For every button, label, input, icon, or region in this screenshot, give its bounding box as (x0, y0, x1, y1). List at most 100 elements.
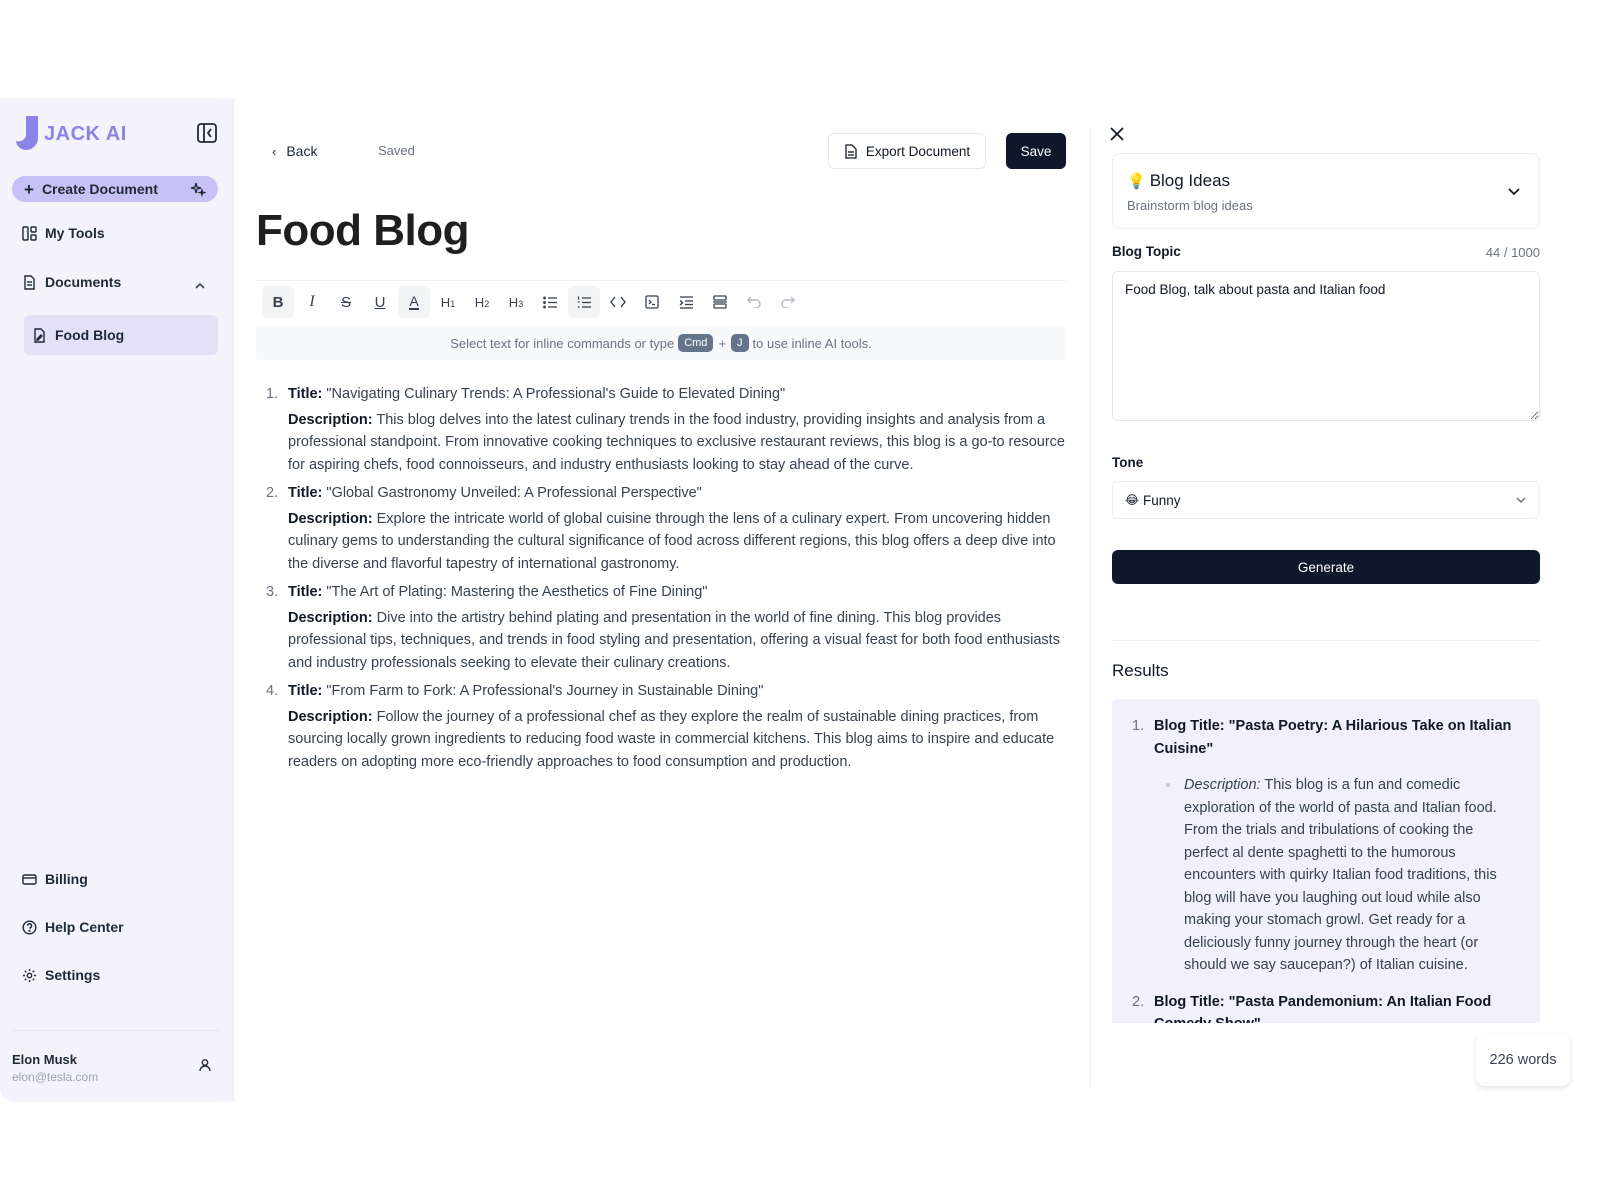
idea-description-line: Description: Dive into the artistry behi… (288, 607, 1070, 675)
result-description: Description: This blog is a fun and come… (1154, 774, 1520, 977)
tool-subtitle: Brainstorm blog ideas (1127, 198, 1253, 213)
create-document-label: Create Document (41, 181, 158, 197)
horizontal-rule-button[interactable] (704, 286, 736, 318)
heading-1-icon: H1 (440, 294, 456, 310)
underline-icon: U (374, 293, 386, 311)
nav-help-center-label: Help Center (45, 919, 124, 935)
heading-2-button[interactable]: H2 (466, 286, 498, 318)
code-block-button[interactable] (636, 286, 668, 318)
undo-button[interactable] (738, 286, 770, 318)
text-color-button[interactable]: A (398, 286, 430, 318)
page-title[interactable]: Food Blog (256, 206, 470, 256)
sidebar-item-label: Food Blog (55, 327, 125, 343)
hint-text-after: to use inline AI tools. (752, 335, 872, 351)
tone-select[interactable]: 😂 Funny (1112, 481, 1540, 519)
undo-icon (747, 296, 761, 308)
bold-icon: B (272, 293, 284, 311)
export-document-button[interactable]: Export Document (828, 133, 986, 169)
save-button[interactable]: Save (1006, 133, 1066, 169)
idea-description: Explore the intricate world of global cu… (288, 510, 1056, 572)
title-label: Title: (288, 683, 323, 699)
collapse-sidebar-icon[interactable] (196, 122, 218, 144)
inline-ai-hint: Select text for inline commands or type … (256, 326, 1066, 360)
hint-plus: + (718, 335, 727, 351)
chevron-up-icon[interactable] (194, 280, 206, 292)
laughing-emoji-icon: 😂 (1125, 493, 1140, 507)
indent-button[interactable] (670, 286, 702, 318)
logo[interactable]: JACK AI (14, 114, 127, 154)
code-icon (610, 296, 626, 308)
heading-1-button[interactable]: H1 (432, 286, 464, 318)
nav-billing[interactable]: Billing (22, 871, 88, 887)
idea-description: Follow the journey of a professional che… (288, 708, 1055, 770)
brand-name: JACK AI (44, 122, 127, 145)
nav-my-tools[interactable]: My Tools (22, 225, 105, 241)
blog-topic-label: Blog Topic (1112, 244, 1181, 259)
idea-title: "Navigating Culinary Trends: A Professio… (326, 386, 786, 402)
redo-icon (781, 296, 795, 308)
terminal-icon (645, 295, 659, 309)
italic-button[interactable]: I (296, 286, 328, 318)
description-label: Description: (288, 609, 373, 626)
strikethrough-button[interactable]: S (330, 286, 362, 318)
nav-help-center[interactable]: Help Center (22, 919, 124, 935)
idea-description: Dive into the artistry behind plating an… (288, 609, 1060, 671)
heading-2-icon: H2 (474, 294, 490, 310)
nav-settings[interactable]: Settings (22, 967, 100, 983)
strikethrough-icon: S (340, 293, 351, 311)
divider (12, 1030, 220, 1031)
back-label: Back (286, 143, 318, 159)
idea-title-line: Title: "Navigating Culinary Trends: A Pr… (288, 383, 1070, 406)
bullet-list-icon (542, 296, 557, 308)
document-body[interactable]: 1. Title: "Navigating Culinary Trends: A … (266, 383, 1070, 779)
chevron-down-icon[interactable] (1507, 184, 1521, 198)
create-document-button[interactable]: + Create Document (12, 176, 218, 202)
nav-billing-label: Billing (45, 871, 88, 887)
heading-3-button[interactable]: H3 (500, 286, 532, 318)
result-description-text: This blog is a fun and comedic explorati… (1184, 777, 1497, 973)
tool-name-label: Blog Ideas (1149, 171, 1231, 190)
idea-item: 2. Title: "Global Gastronomy Unveiled: A … (266, 482, 1070, 575)
grid-icon (22, 225, 37, 241)
bullet-list-button[interactable] (534, 286, 566, 318)
sidebar-item-food-blog[interactable]: Food Blog (24, 315, 218, 355)
tool-selector[interactable]: 💡 Blog Ideas Brainstorm blog ideas (1112, 153, 1540, 229)
close-icon[interactable] (1109, 126, 1125, 142)
divider (256, 280, 1066, 281)
idea-item: 4. Title: "From Farm to Fork: A Professio… (266, 680, 1070, 773)
description-label: Description: (288, 510, 373, 527)
results-box[interactable]: 1. Blog Title: "Pasta Poetry: A Hilariou… (1112, 699, 1540, 1023)
result-title: Blog Title: "Pasta Poetry: A Hilarious T… (1154, 718, 1512, 757)
italic-icon: I (309, 293, 315, 310)
numbered-list-button[interactable] (568, 286, 600, 318)
nav-documents[interactable]: Documents (22, 274, 121, 290)
back-button[interactable]: ‹ Back (272, 143, 317, 159)
redo-button[interactable] (772, 286, 804, 318)
divider (1112, 640, 1540, 641)
logo-mark-icon (16, 116, 38, 151)
horizontal-rule-icon (713, 295, 727, 309)
idea-number: 1. (266, 386, 279, 402)
nav-settings-label: Settings (45, 967, 101, 983)
user-icon[interactable] (198, 1058, 212, 1072)
chevron-left-icon: ‹ (272, 143, 277, 159)
export-document-label: Export Document (865, 143, 971, 159)
underline-button[interactable]: U (364, 286, 396, 318)
idea-description-line: Description: Explore the intricate world… (288, 508, 1070, 576)
bold-button[interactable]: B (262, 286, 294, 318)
tone-label: Tone (1112, 455, 1144, 470)
user-name: Elon Musk (12, 1052, 78, 1067)
tone-value: Funny (1143, 492, 1181, 508)
credit-card-icon (22, 873, 37, 885)
cmd-key: Cmd (678, 334, 714, 352)
idea-number: 4. (266, 683, 279, 699)
results-heading: Results (1112, 661, 1169, 680)
idea-description-line: Description: This blog delves into the l… (288, 409, 1070, 477)
title-label: Title: (288, 584, 323, 600)
blog-topic-input[interactable]: Food Blog, talk about pasta and Italian … (1112, 271, 1540, 421)
code-button[interactable] (602, 286, 634, 318)
heading-3-icon: H3 (508, 294, 524, 310)
result-number: 2. (1132, 993, 1145, 1010)
generate-button[interactable]: Generate (1112, 550, 1540, 584)
sparkles-icon (190, 182, 206, 197)
